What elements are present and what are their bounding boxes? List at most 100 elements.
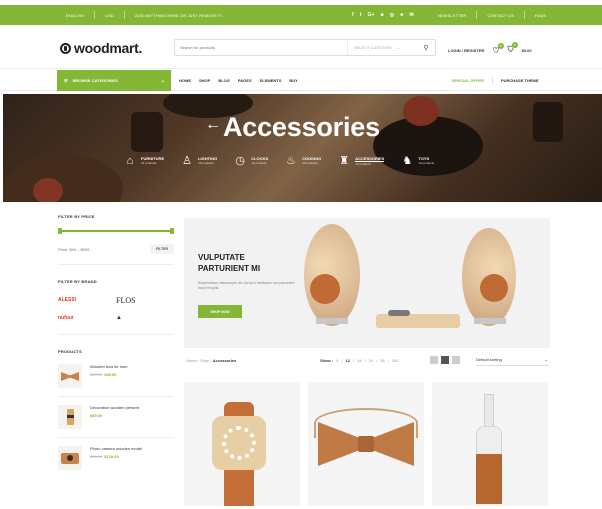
promo-banner[interactable]: VULPUTATE PARTURIENT MI Suspendisse ulla… [184, 218, 550, 348]
filter-button[interactable]: FILTER [150, 244, 174, 254]
category-lighting[interactable]: ♙ LIGHTING 15 products [180, 154, 217, 167]
category-toys[interactable]: ♞ TOYS 10 products [400, 154, 434, 167]
brand-nufour[interactable]: nufour [58, 314, 116, 322]
divider [58, 396, 174, 397]
per-page-option[interactable]: 100 [392, 358, 399, 363]
product-card[interactable] [432, 382, 548, 506]
newsletter-link[interactable]: NEWSLETTER [438, 13, 466, 18]
product-card[interactable] [184, 382, 300, 506]
browse-categories-label: BROWSE CATEGORIES [72, 78, 118, 83]
list-item[interactable]: Decoration wooden present $89.00 [58, 405, 174, 429]
header-actions: LOGIN / REGISTER ♡ 0 ⛉ 0 $0.00 [448, 42, 532, 55]
browse-categories-button[interactable]: ☰ BROWSE CATEGORIES ⌄ [57, 70, 171, 91]
menu-items: HOME SHOP BLOG PAGES ELEMENTS BUY [179, 70, 298, 91]
breadcrumb-shop[interactable]: Shop [200, 358, 209, 363]
bow-tie-image [61, 372, 79, 381]
breadcrumb-home[interactable]: Home [186, 358, 197, 363]
watch-dial [222, 426, 256, 460]
special-offer-link[interactable]: SPECIAL OFFER [452, 78, 484, 83]
cart-count: 0 [511, 42, 518, 48]
breadcrumb-current: Accessories [212, 358, 237, 363]
bow-tie-knot [358, 436, 374, 452]
faqs-link[interactable]: FAQS [535, 13, 546, 18]
language-selector[interactable]: ENGLISH [66, 13, 84, 18]
sort-select[interactable]: Default sorting ⌄ [476, 357, 548, 366]
facebook-icon[interactable]: f [352, 12, 354, 18]
site-header: woodmart. SELECT CATEGORY ⌄ ⚲ LOGIN / RE… [0, 25, 602, 69]
per-page-selector: Show : 9/ 12/ 18/ 24/ 36/ 100 [320, 358, 398, 363]
logo-text: woodmart. [74, 40, 143, 56]
per-page-option[interactable]: 9 [336, 358, 338, 363]
bottle-neck [484, 394, 494, 428]
speaker-stand [316, 318, 348, 324]
separator: / [387, 358, 389, 363]
cart-button[interactable]: ⛉ 0 [508, 42, 518, 55]
nav-item-blog[interactable]: BLOG [218, 78, 230, 83]
category-links: ⌂ FURNITURE 22 products ♙ LIGHTING 15 prod… [123, 154, 434, 168]
slider-handle-max[interactable] [170, 228, 174, 234]
nav-item-home[interactable]: HOME [179, 78, 191, 83]
brand-logo[interactable]: ▲ [116, 314, 174, 322]
nav-item-shop[interactable]: SHOP [199, 78, 210, 83]
youtube-icon[interactable]: ♣ [400, 12, 403, 18]
nav-item-buy[interactable]: BUY [289, 78, 297, 83]
category-cooking[interactable]: ♨ COOKING 14 products [284, 154, 321, 167]
top-bar-left: ENGLISH USD ADD ANYTHING HERE OR JUST RE… [66, 11, 225, 19]
category-clocks[interactable]: ◷ CLOCKS 12 products [233, 154, 268, 167]
nav-item-pages[interactable]: PAGES [238, 78, 252, 83]
wishlist-count: 0 [497, 42, 504, 49]
per-page-option[interactable]: 24 [369, 358, 373, 363]
product-name[interactable]: Decoration wooden present [90, 405, 139, 410]
pinterest-icon[interactable]: ✉ [410, 12, 414, 18]
product-name[interactable]: Photo camera wooden model [90, 446, 142, 451]
per-page-option[interactable]: 18 [357, 358, 361, 363]
category-count: 15 products [198, 161, 214, 165]
product-thumbnail[interactable] [58, 405, 82, 429]
slider-handle-min[interactable] [58, 228, 62, 234]
instagram-icon[interactable]: ◎ [390, 12, 394, 18]
grid-2-icon[interactable] [430, 356, 438, 364]
wishlist-button[interactable]: ♡ 0 [492, 42, 504, 55]
list-item[interactable]: Wooden bow tie mon $49.00 $39.00 [58, 364, 174, 388]
list-item[interactable]: Photo camera wooden model $56.00 $129.00 [58, 446, 174, 470]
logo[interactable]: woodmart. [60, 40, 142, 56]
menu-icon: ☰ [64, 78, 68, 83]
back-arrow-icon[interactable]: ← [205, 116, 221, 134]
bottle-body [476, 426, 502, 456]
top-bar: ENGLISH USD ADD ANYTHING HERE OR JUST RE… [0, 5, 602, 25]
contact-link[interactable]: CONTACT US [487, 13, 514, 18]
grid-3-icon[interactable] [441, 356, 449, 364]
twitter-icon[interactable]: t [360, 12, 362, 18]
price-range-slider[interactable] [58, 228, 174, 234]
per-page-option[interactable]: 36 [380, 358, 384, 363]
category-furniture[interactable]: ⌂ FURNITURE 22 products [123, 154, 164, 167]
product-thumbnail[interactable] [58, 364, 82, 388]
brand-flos[interactable]: FLOS [116, 296, 174, 305]
separator: / [376, 358, 378, 363]
purchase-theme-link[interactable]: PURCHASE THEME [501, 78, 539, 83]
shop-now-button[interactable]: SHOP NOW [198, 305, 242, 318]
top-bar-right: NEWSLETTER CONTACT US FAQS [438, 11, 546, 19]
product-thumbnail[interactable] [58, 446, 82, 470]
product-name[interactable]: Wooden bow tie mon [90, 364, 128, 369]
category-accessories[interactable]: ♜ ACCESSORIES 12 products [337, 154, 385, 167]
hero-overlay [3, 94, 602, 202]
search-input[interactable] [175, 45, 347, 50]
products-widget-title: PRODUCTS [58, 349, 83, 354]
grid-4-icon[interactable] [452, 356, 460, 364]
search-category-label: SELECT CATEGORY [354, 45, 393, 50]
product-card[interactable] [308, 382, 424, 506]
nav-item-elements[interactable]: ELEMENTS [260, 78, 282, 83]
current-price: $89.00 [90, 413, 103, 419]
login-link[interactable]: LOGIN / REGISTER [448, 48, 484, 53]
search-category-select[interactable]: SELECT CATEGORY ⌄ [347, 40, 417, 55]
chevron-down-icon: ⌄ [544, 357, 548, 362]
search-button[interactable]: ⚲ [417, 40, 435, 55]
cart-total[interactable]: $0.00 [522, 48, 532, 53]
brand-alessi[interactable]: ALESSI [58, 296, 116, 304]
google-plus-icon[interactable]: G+ [368, 12, 375, 18]
currency-selector[interactable]: USD [105, 13, 114, 18]
email-icon[interactable]: ■ [381, 12, 384, 18]
per-page-option-active[interactable]: 12 [345, 358, 349, 363]
search-icon: ⚲ [423, 44, 429, 52]
